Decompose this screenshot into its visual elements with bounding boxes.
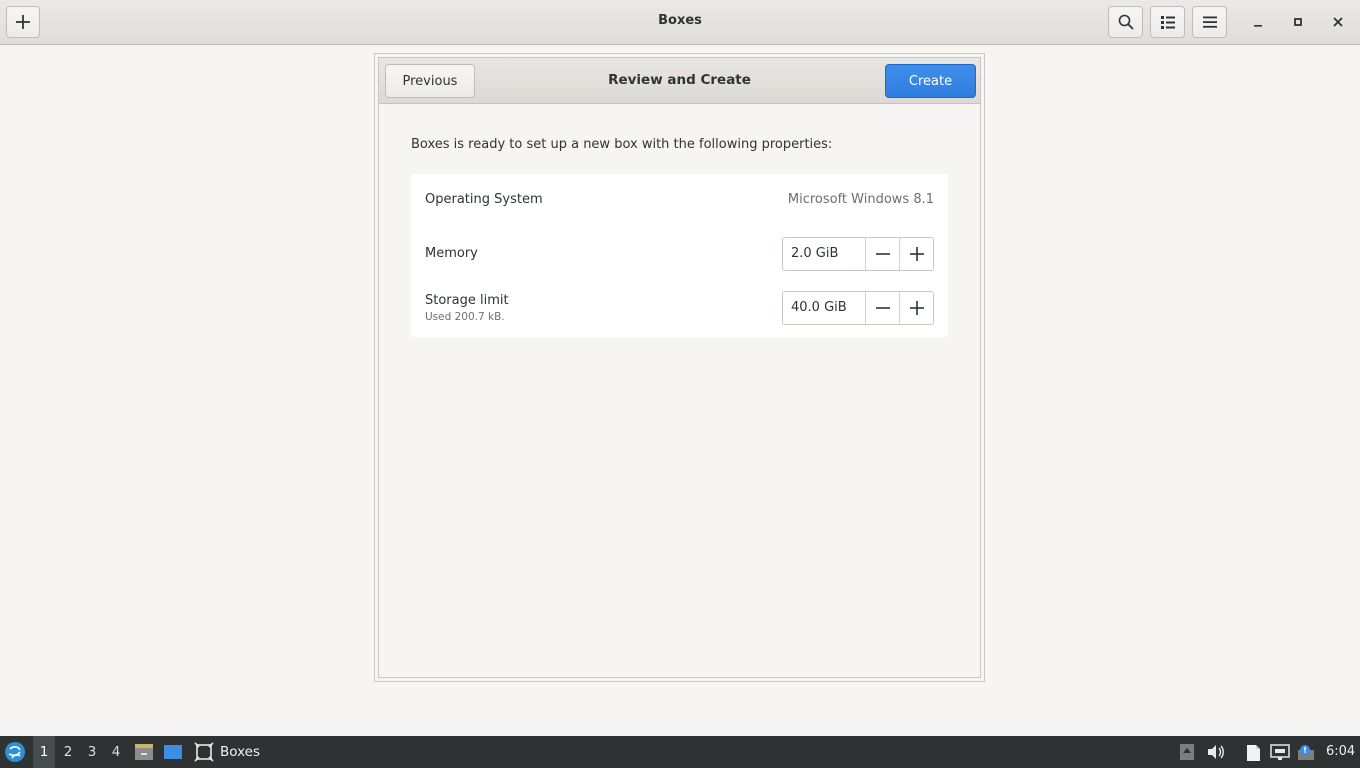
- plus-icon: [909, 247, 924, 261]
- desktop-icon: [164, 745, 182, 759]
- workspace-4[interactable]: 4: [105, 736, 127, 768]
- workspace-1[interactable]: 1: [33, 736, 55, 768]
- tray-clipboard[interactable]: [1244, 744, 1262, 766]
- memory-label: Memory: [425, 246, 478, 261]
- plus-icon: [909, 301, 924, 315]
- taskbar-app-boxes[interactable]: Boxes: [194, 736, 260, 768]
- clipboard-icon: [1247, 745, 1260, 761]
- taskbar-app-label: Boxes: [220, 744, 261, 760]
- workspace-2[interactable]: 2: [57, 736, 79, 768]
- minimize-button[interactable]: [1247, 11, 1269, 33]
- storage-decrease-button[interactable]: [865, 292, 899, 324]
- minus-icon: [875, 253, 890, 255]
- dialog-header: Previous Review and Create Create: [379, 58, 980, 104]
- storage-spinner: 40.0 GiB: [782, 291, 934, 325]
- close-icon: [1333, 17, 1343, 27]
- view-toggle-button[interactable]: [1150, 6, 1185, 38]
- properties-list: Operating System Microsoft Windows 8.1 M…: [411, 174, 948, 337]
- memory-increase-button[interactable]: [899, 238, 933, 270]
- maximize-icon: [1294, 18, 1302, 26]
- storage-increase-button[interactable]: [899, 292, 933, 324]
- clock[interactable]: 6:04: [1326, 744, 1355, 759]
- taskbar: 1 2 3 4 Boxes 6:04: [0, 736, 1360, 768]
- upload-arrow-icon: [1180, 744, 1194, 760]
- tray-volume[interactable]: [1207, 744, 1225, 764]
- memory-input[interactable]: 2.0 GiB: [783, 238, 865, 270]
- hamburger-menu-icon: [1202, 16, 1217, 28]
- volume-icon: [1208, 745, 1224, 759]
- tray-upload-indicator[interactable]: [1180, 744, 1194, 764]
- show-desktop-launcher[interactable]: [163, 736, 183, 768]
- memory-decrease-button[interactable]: [865, 238, 899, 270]
- main-menu-button[interactable]: [1192, 6, 1227, 38]
- minimize-icon: [1254, 25, 1262, 27]
- search-button[interactable]: [1108, 6, 1143, 38]
- storage-used-text: Used 200.7 kB.: [425, 311, 505, 323]
- create-button[interactable]: Create: [885, 64, 976, 98]
- search-icon: [1118, 14, 1134, 30]
- list-view-icon: [1160, 16, 1175, 29]
- storage-label: Storage limit: [425, 293, 509, 308]
- tray-network[interactable]: [1270, 744, 1290, 764]
- boxes-app-icon: [194, 742, 214, 762]
- minus-icon: [875, 307, 890, 309]
- memory-spinner: 2.0 GiB: [782, 237, 934, 271]
- intro-text: Boxes is ready to set up a new box with …: [411, 137, 833, 152]
- file-manager-launcher[interactable]: [134, 736, 154, 768]
- close-button[interactable]: [1327, 11, 1349, 33]
- network-icon: [1270, 744, 1290, 760]
- header-bar: Boxes: [0, 0, 1360, 45]
- review-create-dialog: Previous Review and Create Create Boxes …: [378, 57, 981, 678]
- os-value: Microsoft Windows 8.1: [787, 192, 934, 207]
- maximize-button[interactable]: [1287, 11, 1309, 33]
- file-cabinet-icon: [135, 744, 153, 760]
- start-menu-button[interactable]: [4, 736, 26, 768]
- workspace-3[interactable]: 3: [81, 736, 103, 768]
- distro-logo-icon: [5, 742, 25, 762]
- update-notification-icon: [1298, 745, 1314, 760]
- os-label: Operating System: [425, 192, 543, 207]
- storage-input[interactable]: 40.0 GiB: [783, 292, 865, 324]
- tray-updates[interactable]: [1297, 744, 1317, 766]
